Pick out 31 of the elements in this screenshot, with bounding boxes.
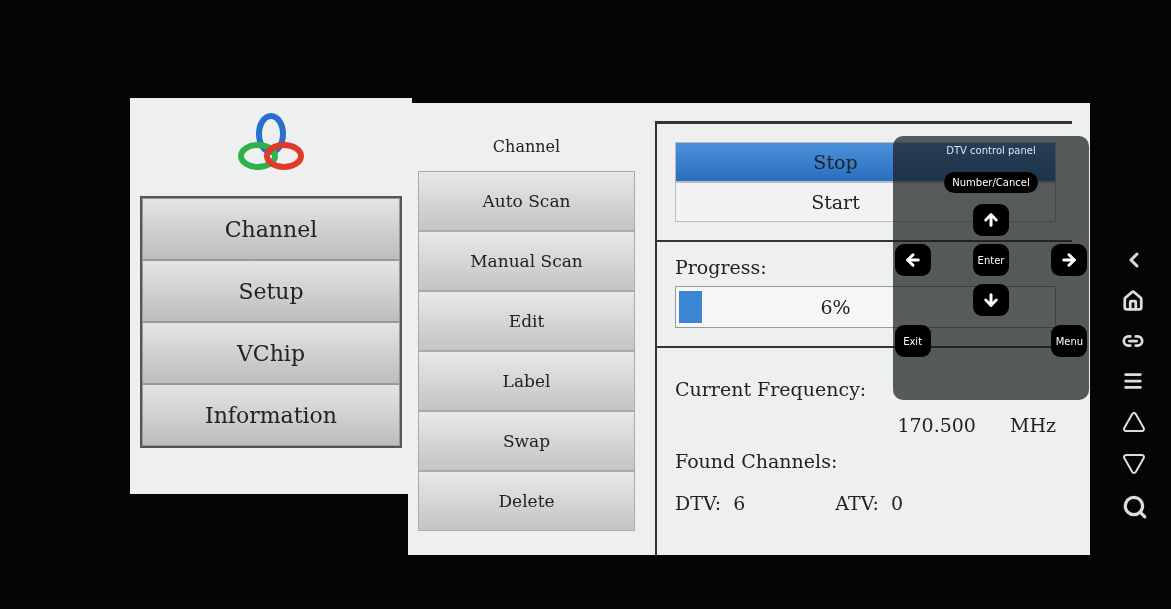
exit-button[interactable]: Exit [894,325,931,357]
search-icon[interactable] [1122,494,1148,520]
channel-count: DTV: 6 [675,492,746,514]
progress-label: Progress: [675,256,767,278]
submenu-button[interactable]: Swap [418,411,635,471]
submenu-button[interactable]: Manual Scan [418,231,635,291]
progress-reading: 6% [820,296,851,318]
submenu-title: Channel [491,135,562,158]
submenu-button[interactable]: Auto Scan [418,171,635,231]
down-triangle-icon[interactable] [1122,452,1148,476]
submenu-button[interactable]: Label [418,351,635,411]
control-panel-title: DTV control panel [946,144,1036,156]
frequency-value: 170.500 [897,414,976,436]
frequency-label: Current Frequency: [675,378,867,400]
up-arrow-icon[interactable] [973,204,1009,236]
number-cancel-button[interactable]: Number/Cancel [944,172,1038,193]
down-arrow-icon[interactable] [973,284,1009,316]
left-arrow-icon[interactable] [894,244,931,276]
submenu-button[interactable]: Delete [418,471,635,531]
found-channels-label: Found Channels: [675,450,838,472]
frequency-unit: MHz [1009,414,1056,436]
submenu-button[interactable]: Edit [418,291,635,351]
enter-button[interactable]: Enter [973,244,1009,276]
right-arrow-icon[interactable] [1051,244,1088,276]
menu-button[interactable]: Information [142,384,400,446]
channel-count: ATV: 0 [835,492,904,514]
menu-button[interactable]: Setup [142,260,400,322]
menu-button[interactable]: Menu [1051,325,1088,357]
menu-button[interactable]: VChip [142,322,400,384]
menu-button[interactable]: Channel [142,198,400,260]
up-triangle-icon[interactable] [1122,410,1148,434]
